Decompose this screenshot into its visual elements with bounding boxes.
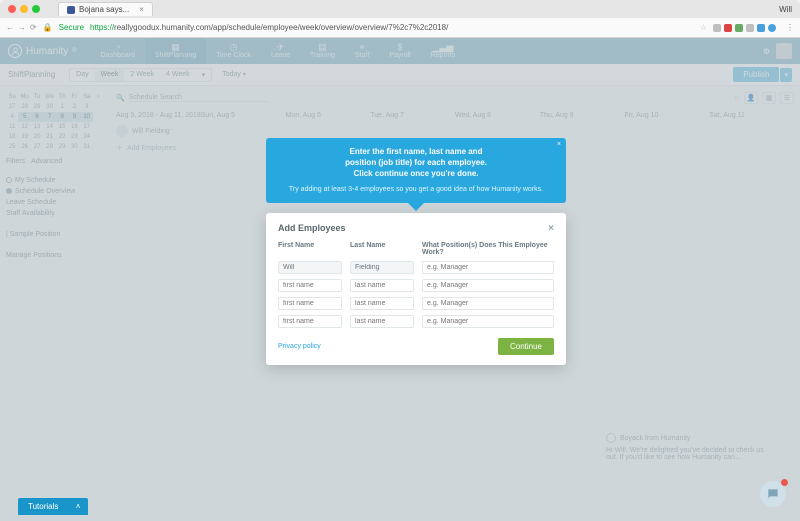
lock-icon: 🔒 bbox=[43, 23, 53, 32]
browser-tab[interactable]: Bojana says... × bbox=[58, 2, 153, 16]
extension-icon[interactable] bbox=[757, 24, 765, 32]
last-name-input[interactable] bbox=[350, 315, 414, 328]
extension-icons bbox=[713, 24, 776, 32]
employee-input-row bbox=[278, 279, 554, 292]
notification-badge-icon bbox=[781, 479, 788, 486]
window-titlebar: Bojana says... × Will bbox=[0, 0, 800, 18]
chevron-up-icon: ˄ bbox=[76, 502, 81, 511]
close-window-icon[interactable] bbox=[8, 5, 16, 13]
profile-name[interactable]: Will bbox=[779, 5, 792, 14]
reload-icon[interactable]: ⟳ bbox=[30, 23, 37, 32]
privacy-policy-link[interactable]: Privacy policy bbox=[278, 343, 321, 350]
extension-icon[interactable] bbox=[735, 24, 743, 32]
browser-menu-icon[interactable]: ⋮ bbox=[786, 23, 794, 32]
employee-input-row bbox=[278, 297, 554, 310]
favicon-icon bbox=[67, 6, 75, 14]
chat-icon bbox=[766, 487, 780, 501]
address-bar[interactable]: https://reallygoodux.humanity.com/app/sc… bbox=[90, 23, 694, 32]
position-input[interactable] bbox=[422, 279, 554, 292]
back-icon[interactable]: ← bbox=[6, 23, 14, 32]
extension-icon[interactable] bbox=[768, 24, 776, 32]
employee-input-row bbox=[278, 315, 554, 328]
extension-icon[interactable] bbox=[713, 24, 721, 32]
extension-icon[interactable] bbox=[746, 24, 754, 32]
continue-button[interactable]: Continue bbox=[498, 338, 554, 355]
first-name-input[interactable] bbox=[278, 297, 342, 310]
tutorials-panel-toggle[interactable]: Tutorials ˄ bbox=[18, 498, 88, 515]
zoom-window-icon[interactable] bbox=[32, 5, 40, 13]
last-name-input[interactable] bbox=[350, 279, 414, 292]
bookmark-star-icon[interactable]: ☆ bbox=[700, 23, 707, 32]
position-input[interactable] bbox=[422, 261, 554, 274]
browser-toolbar: ← → ⟳ 🔒 Secure https://reallygoodux.huma… bbox=[0, 18, 800, 38]
minimize-window-icon[interactable] bbox=[20, 5, 28, 13]
tab-title: Bojana says... bbox=[79, 5, 129, 14]
last-name-input[interactable] bbox=[350, 261, 414, 274]
position-input[interactable] bbox=[422, 297, 554, 310]
extension-icon[interactable] bbox=[724, 24, 732, 32]
last-name-input[interactable] bbox=[350, 297, 414, 310]
chat-launcher[interactable] bbox=[760, 481, 786, 507]
secure-label: Secure bbox=[59, 23, 84, 32]
close-icon[interactable]: × bbox=[548, 223, 554, 234]
position-input[interactable] bbox=[422, 315, 554, 328]
first-name-input[interactable] bbox=[278, 315, 342, 328]
first-name-input[interactable] bbox=[278, 279, 342, 292]
close-icon[interactable]: × bbox=[557, 141, 561, 148]
column-header-first-name: First Name bbox=[278, 242, 342, 256]
forward-icon[interactable]: → bbox=[18, 23, 26, 32]
add-employees-modal: Add Employees × First Name Last Name Wha… bbox=[266, 213, 566, 365]
column-header-position: What Position(s) Does This Employee Work… bbox=[422, 242, 554, 256]
first-name-input[interactable] bbox=[278, 261, 342, 274]
tab-close-icon[interactable]: × bbox=[139, 5, 144, 14]
column-header-last-name: Last Name bbox=[350, 242, 414, 256]
onboarding-callout: × Enter the first name, last name and po… bbox=[266, 138, 566, 203]
employee-input-row bbox=[278, 261, 554, 274]
modal-title: Add Employees bbox=[278, 223, 346, 233]
